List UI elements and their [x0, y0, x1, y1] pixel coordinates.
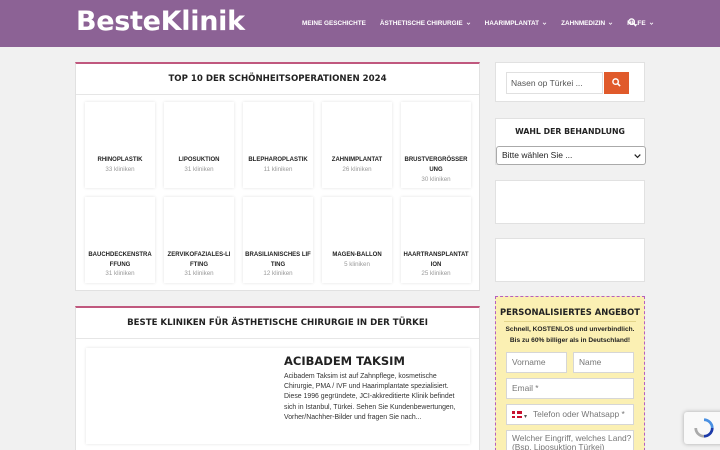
main-nav: MEINE GESCHICHTE ÄSTHETISCHE CHIRURGIE H…: [302, 0, 668, 47]
clinics-section: BESTE KLINIKEN FÜR ÄSTHETISCHE CHIRURGIE…: [75, 306, 480, 450]
widget-title: WAHL DER BEHANDLUNG: [515, 127, 625, 136]
phone-field[interactable]: ▾ Telefon oder Whatsapp *: [506, 404, 634, 425]
clinic-count: 31 kliniken: [184, 166, 214, 173]
treatment-tile-blepharoplastik[interactable]: BLEPHAROPLASTIK 11 kliniken: [243, 102, 313, 188]
treatment-name: BRUSTVERGRÖSSERUNG: [404, 157, 468, 173]
treatment-tile-brasilianisches-lifting[interactable]: BRASILIANISCHES LIFTING 12 kliniken: [243, 197, 313, 283]
sidebar-widget-placeholder: [495, 180, 645, 224]
section-title: BESTE KLINIKEN FÜR ÄSTHETISCHE CHIRURGIE…: [127, 318, 428, 328]
divider: [76, 338, 479, 339]
clinic-count: 11 kliniken: [263, 166, 293, 173]
clinic-count: 30 kliniken: [421, 176, 451, 183]
clinic-name[interactable]: ACIBADEM TAKSIM: [284, 354, 405, 368]
search-icon[interactable]: [628, 18, 637, 27]
section-title: TOP 10 DER SCHÖNHEITSOPERATIONEN 2024: [168, 74, 387, 84]
nav-zahnmedizin[interactable]: ZAHNMEDIZIN: [561, 20, 613, 27]
clinic-description: Acibadem Taksim ist auf Zahnpflege, kosm…: [284, 373, 456, 421]
form-title: PERSONALISIERTES ANGEBOT: [499, 307, 641, 317]
top10-section: TOP 10 DER SCHÖNHEITSOPERATIONEN 2024 RH…: [75, 62, 480, 291]
treatment-name: HAARTRANSPLANTATION: [403, 252, 469, 268]
treatment-name: MAGEN-BALLON: [332, 252, 382, 258]
treatment-name: BLEPHAROPLASTIK: [248, 157, 308, 163]
clinic-card[interactable]: ACIBADEM TAKSIM Acibadem Taksim ist auf …: [86, 348, 470, 444]
treatment-name: BAUCHDECKENSTRAFFUNG: [88, 252, 152, 268]
treatment-name: BRASILIANISCHES LIFTING: [245, 252, 311, 268]
clinic-count: 26 kliniken: [342, 166, 372, 173]
search-icon: [612, 78, 621, 87]
site-header: BesteKlinik MEINE GESCHICHTE ÄSTHETISCHE…: [0, 0, 720, 47]
treatment-tile-magen-ballon[interactable]: MAGEN-BALLON 5 kliniken: [322, 197, 392, 283]
select-value: Bitte wählen Sie ...: [502, 150, 573, 160]
search-button[interactable]: [604, 72, 629, 94]
nav-label: HAARIMPLANTAT: [484, 20, 540, 27]
treatment-tile-rhinoplastik[interactable]: RHINOPLASTIK 33 kliniken: [85, 102, 155, 188]
first-name-field[interactable]: Vorname: [506, 352, 567, 373]
nav-haarimplantat[interactable]: HAARIMPLANTAT: [485, 20, 547, 27]
site-logo[interactable]: BesteKlinik: [76, 6, 245, 37]
chevron-down-icon: [608, 22, 613, 25]
denmark-flag-icon[interactable]: [512, 411, 522, 418]
treatment-select[interactable]: Bitte wählen Sie ...: [496, 146, 646, 165]
clinic-count: 33 kliniken: [105, 166, 135, 173]
treatment-name: ZERVIKOFAZIALES-LIFTING: [167, 252, 231, 268]
clinic-count: 12 kliniken: [263, 270, 293, 277]
nav-meine-geschichte[interactable]: MEINE GESCHICHTE: [302, 20, 366, 27]
divider: [504, 321, 636, 322]
clinic-count: 31 kliniken: [184, 270, 214, 277]
last-name-field[interactable]: Name: [573, 352, 634, 373]
form-subtitle: Schnell, KOSTENLOS und unverbindlich. Bi…: [505, 326, 635, 344]
treatment-name: LIPOSUKTION: [178, 157, 220, 163]
phone-placeholder: Telefon oder Whatsapp *: [533, 409, 625, 419]
nav-label: ÄSTHETISCHE CHIRURGIE: [379, 20, 463, 27]
sidebar-search: Nasen op Türkei ...: [495, 62, 645, 102]
caret-down-icon: ▾: [524, 414, 528, 420]
treatment-tile-brustvergroesserung[interactable]: BRUSTVERGRÖSSERUNG 30 kliniken: [401, 102, 471, 188]
clinic-count: 5 kliniken: [344, 261, 370, 268]
chevron-down-icon: [542, 22, 547, 25]
nav-label: ZAHNMEDIZIN: [561, 20, 606, 27]
clinic-count: 31 kliniken: [105, 270, 135, 277]
treatment-choice-widget: WAHL DER BEHANDLUNG Bitte wählen Sie ...: [495, 118, 646, 165]
nav-aesthetische-chirurgie[interactable]: ÄSTHETISCHE CHIRURGIE: [380, 20, 471, 27]
recaptcha-icon: [694, 418, 714, 438]
search-input[interactable]: Nasen op Türkei ...: [506, 72, 603, 94]
treatment-tile-zahnimplantat[interactable]: ZAHNIMPLANTAT 26 kliniken: [322, 102, 392, 188]
chevron-down-icon: [634, 154, 641, 159]
treatment-name: ZAHNIMPLANTAT: [331, 157, 383, 163]
personalized-offer-form: PERSONALISIERTES ANGEBOT Schnell, KOSTEN…: [495, 296, 645, 450]
chevron-down-icon: [649, 22, 653, 25]
sidebar-widget-placeholder: [495, 238, 645, 282]
treatment-tile-zervikofaziales-lifting[interactable]: ZERVIKOFAZIALES-LIFTING 31 kliniken: [164, 197, 234, 283]
procedure-field[interactable]: Welcher Eingriff, welches Land? (Bsp. Li…: [506, 430, 634, 450]
chevron-down-icon: [466, 22, 470, 25]
treatment-tile-haartransplantation[interactable]: HAARTRANSPLANTATION 25 kliniken: [401, 197, 471, 283]
treatment-tile-bauchdeckenstraffung[interactable]: BAUCHDECKENSTRAFFUNG 31 kliniken: [85, 197, 155, 283]
treatment-name: RHINOPLASTIK: [97, 157, 143, 163]
nav-label: MEINE GESCHICHTE: [302, 20, 366, 27]
treatment-tile-liposuktion[interactable]: LIPOSUKTION 31 kliniken: [164, 102, 234, 188]
clinic-count: 25 kliniken: [421, 270, 451, 277]
recaptcha-badge[interactable]: [684, 412, 720, 444]
email-field[interactable]: Email *: [506, 378, 634, 399]
divider: [76, 94, 479, 95]
